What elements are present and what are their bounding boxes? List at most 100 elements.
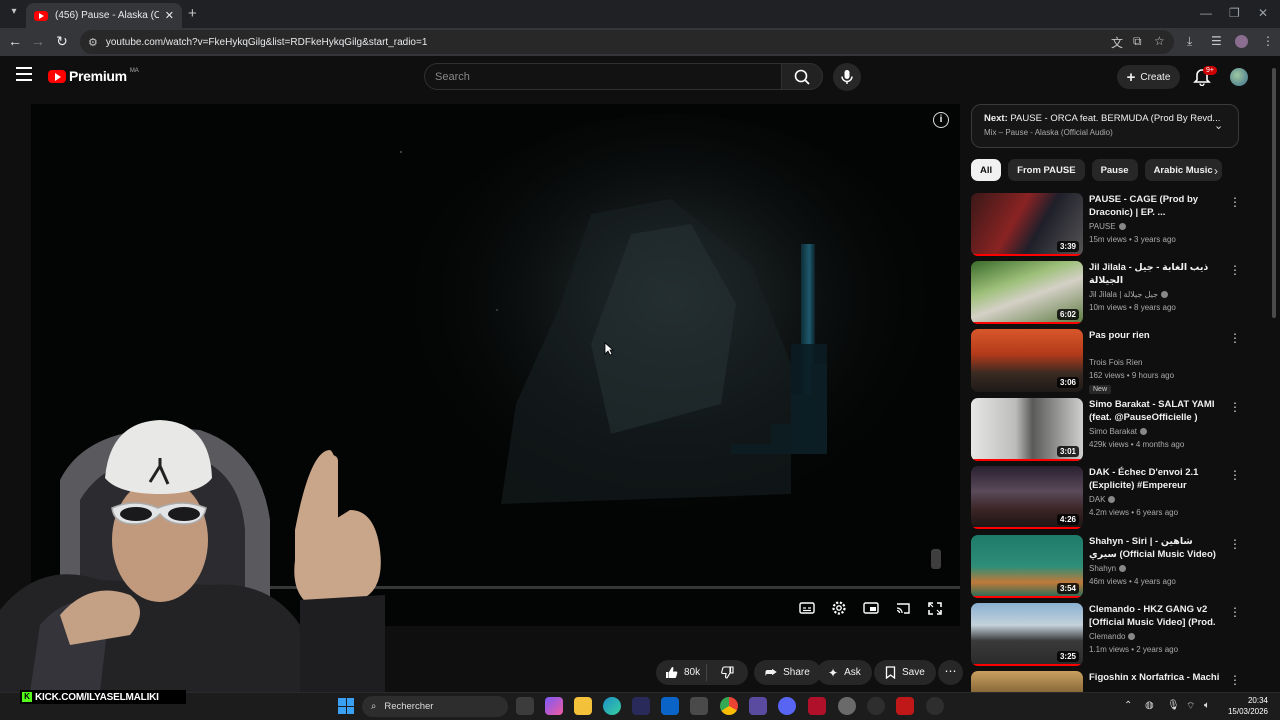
chevron-down-icon[interactable]: ⌄	[1214, 119, 1223, 132]
cast-button[interactable]	[893, 599, 913, 617]
install-app-icon[interactable]: ⧉	[1133, 34, 1142, 49]
tray-app-icon[interactable]: ◍	[1145, 700, 1154, 711]
outlook-icon[interactable]	[661, 697, 679, 715]
video-thumbnail[interactable]: 3:39	[971, 193, 1083, 256]
video-thumbnail[interactable]: 3:01	[971, 398, 1083, 461]
youtube-logo[interactable]: Premium MA	[48, 68, 139, 84]
recommendation-item[interactable]: 4:26 DAK - Échec D'envoi 2.1 (Explicite)…	[971, 466, 1241, 530]
more-options-icon[interactable]: ⋮	[1229, 331, 1241, 345]
video-thumbnail[interactable]: 4:26	[971, 466, 1083, 529]
taskbar-clock[interactable]: 20:34 15/03/2026	[1222, 695, 1268, 717]
app-icon[interactable]	[867, 697, 885, 715]
recommendation-item[interactable]: 3:39 PAUSE - CAGE (Prod by Draconic) | E…	[971, 193, 1241, 257]
photos-icon[interactable]	[690, 697, 708, 715]
video-thumbnail[interactable]: 3:25	[971, 603, 1083, 666]
video-title[interactable]: Pas pour rien	[1089, 329, 1223, 342]
video-thumbnail[interactable]	[971, 671, 1083, 692]
tab-close-icon[interactable]: ✕	[165, 9, 174, 22]
download-icon[interactable]: ⤓	[1187, 34, 1192, 49]
task-view-icon[interactable]	[516, 697, 534, 715]
file-explorer-icon[interactable]	[574, 697, 592, 715]
video-title[interactable]: Simo Barakat - SALAT YAMI (feat. @PauseO…	[1089, 398, 1223, 424]
microphone-tray-icon[interactable]: 🎙︎	[1167, 700, 1180, 711]
browser-tab[interactable]: (456) Pause - Alaska (Official Au ✕	[26, 3, 182, 28]
voice-search-button[interactable]	[833, 63, 861, 91]
new-tab-button[interactable]: +	[188, 5, 197, 22]
media-player-icon[interactable]	[926, 697, 944, 715]
chrome-icon[interactable]	[720, 697, 738, 715]
copilot-icon[interactable]	[545, 697, 563, 715]
tab-search-icon[interactable]: ▾	[6, 6, 22, 22]
recommendation-item[interactable]: 3:25 Clemando - HKZ GANG v2 [Official Mu…	[971, 603, 1241, 667]
tray-chevron-icon[interactable]: ⌃	[1124, 700, 1132, 711]
save-button[interactable]: Save	[874, 660, 936, 685]
chip-pause[interactable]: Pause	[1091, 159, 1138, 181]
back-icon[interactable]: ←	[6, 33, 24, 49]
video-title[interactable]: Clemando - HKZ GANG v2 [Official Music V…	[1089, 603, 1223, 629]
maximize-icon[interactable]: ❐	[1229, 6, 1240, 20]
user-avatar[interactable]	[1230, 68, 1248, 86]
recommendation-item[interactable]: 3:01 Simo Barakat - SALAT YAMI (feat. @P…	[971, 398, 1241, 462]
like-button[interactable]: 80k	[656, 664, 708, 681]
reload-icon[interactable]: ↻	[53, 33, 71, 50]
more-options-icon[interactable]: ⋮	[1229, 263, 1241, 277]
share-button[interactable]: ⮫ Share	[754, 660, 821, 685]
windows-start-icon[interactable]	[338, 698, 354, 714]
up-next-panel[interactable]: Next: PAUSE - ORCA feat. BERMUDA (Prod B…	[971, 104, 1239, 148]
video-title[interactable]: Jil Jilala - ذيب الغابة - جيل الجيلالة	[1089, 261, 1223, 287]
chip-arabic-music[interactable]: Arabic Music	[1144, 159, 1222, 181]
stream-tool-icon[interactable]	[896, 697, 914, 715]
video-title[interactable]: Figoshin x Norfafrica - Machi	[1089, 671, 1223, 684]
video-thumbnail[interactable]: 3:06	[971, 329, 1083, 392]
scrollbar-thumb[interactable]	[1272, 68, 1276, 318]
video-title[interactable]: Shahyn - Siri | شاهين - سيري (Official M…	[1089, 535, 1223, 561]
video-title[interactable]: DAK - Échec D'envoi 2.1 (Explicite) #Emp…	[1089, 466, 1223, 492]
browser-menu-icon[interactable]: ⋮	[1262, 34, 1274, 48]
info-icon[interactable]: i	[933, 112, 949, 128]
translate-icon[interactable]: 文	[1111, 34, 1123, 51]
more-options-icon[interactable]: ⋮	[1229, 195, 1241, 209]
more-options-icon[interactable]: ⋮	[1229, 605, 1241, 619]
reading-list-icon[interactable]: ☰	[1211, 34, 1222, 48]
profile-avatar[interactable]	[1235, 35, 1248, 48]
chip-from-pause[interactable]: From PAUSE	[1008, 159, 1085, 181]
game-icon[interactable]	[749, 697, 767, 715]
more-actions-button[interactable]: ⋯	[938, 660, 963, 685]
acrobat-icon[interactable]	[808, 697, 826, 715]
search-input[interactable]: Search	[424, 63, 782, 90]
more-options-icon[interactable]: ⋮	[1229, 400, 1241, 414]
more-options-icon[interactable]: ⋮	[1229, 673, 1241, 687]
edge-icon[interactable]	[603, 697, 621, 715]
subtitles-button[interactable]	[797, 599, 817, 617]
window-close-icon[interactable]: ✕	[1258, 6, 1268, 20]
store-icon[interactable]	[632, 697, 650, 715]
volume-icon[interactable]: 🔈︎	[1204, 700, 1210, 711]
video-thumbnail[interactable]: 3:54	[971, 535, 1083, 598]
wifi-icon[interactable]: ⌔	[1186, 700, 1195, 713]
minimize-icon[interactable]: —	[1200, 6, 1212, 20]
recommendation-item[interactable]: Figoshin x Norfafrica - Machi ⋮	[971, 671, 1241, 692]
site-info-icon[interactable]: ⚙	[88, 36, 98, 49]
obs-icon[interactable]	[838, 697, 856, 715]
discord-icon[interactable]	[778, 697, 796, 715]
recommendation-item[interactable]: 6:02 Jil Jilala - ذيب الغابة - جيل الجيل…	[971, 261, 1241, 325]
forward-icon[interactable]: →	[29, 33, 47, 49]
address-bar[interactable]: ⚙ youtube.com/watch?v=FkeHykqGilg&list=R…	[80, 30, 1174, 54]
recommendation-item[interactable]: 3:54 Shahyn - Siri | شاهين - سيري (Offic…	[971, 535, 1241, 599]
recommendation-item[interactable]: 3:06 Pas pour rien Trois Fois Rien 162 v…	[971, 329, 1241, 394]
settings-button[interactable]	[829, 599, 849, 617]
fullscreen-button[interactable]	[925, 599, 945, 617]
taskbar-search[interactable]: ⌕ Rechercher	[362, 696, 508, 717]
guide-menu-icon[interactable]	[16, 67, 32, 81]
chip-all[interactable]: All	[971, 159, 1002, 181]
bookmark-star-icon[interactable]: ☆	[1154, 34, 1165, 48]
video-title[interactable]: PAUSE - CAGE (Prod by Draconic) | EP. ..…	[1089, 193, 1223, 219]
chevron-right-icon[interactable]: ›	[1214, 164, 1218, 178]
more-options-icon[interactable]: ⋮	[1229, 537, 1241, 551]
create-button[interactable]: + Create	[1117, 65, 1180, 89]
miniplayer-button[interactable]	[861, 599, 881, 617]
video-thumbnail[interactable]: 6:02	[971, 261, 1083, 324]
search-button[interactable]	[781, 63, 823, 90]
dislike-button[interactable]	[713, 666, 742, 679]
more-options-icon[interactable]: ⋮	[1229, 468, 1241, 482]
